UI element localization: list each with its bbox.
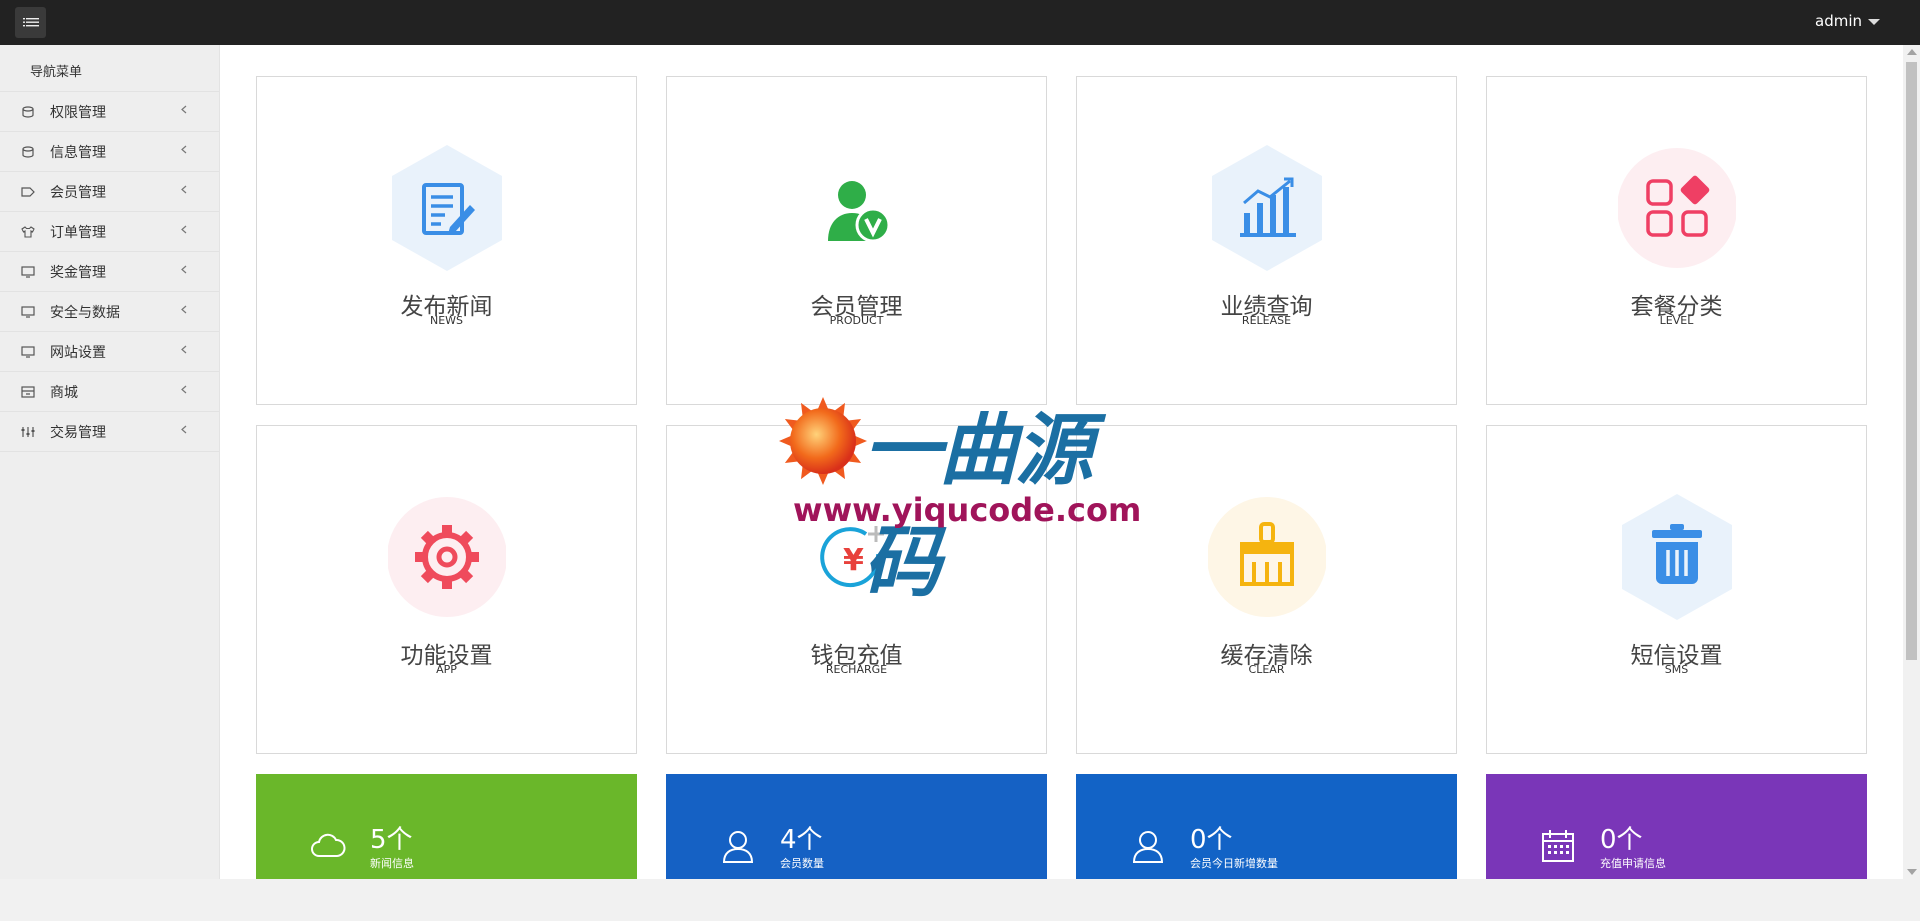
stat-news-count[interactable]: 5个 新闻信息 bbox=[256, 774, 637, 879]
chevron-left-icon bbox=[181, 225, 187, 234]
user-menu[interactable]: admin bbox=[1815, 12, 1880, 30]
news-edit-icon bbox=[388, 145, 506, 271]
card-publish-news[interactable]: 发布新闻 NEWS bbox=[256, 76, 637, 405]
list-icon bbox=[22, 17, 39, 26]
scroll-thumb[interactable] bbox=[1906, 62, 1917, 660]
monitor-icon bbox=[21, 305, 35, 318]
sidebar-item-label: 会员管理 bbox=[50, 184, 106, 201]
sidebar: 导航菜单 权限管理 信息管理 会员管理 订单管理 奖金管理 安全与数据 网站设置… bbox=[0, 45, 220, 879]
card-performance-query[interactable]: 业绩查询 RELEASE bbox=[1076, 76, 1457, 405]
menu-toggle-button[interactable] bbox=[15, 7, 46, 38]
sidebar-item-site-settings[interactable]: 网站设置 bbox=[0, 332, 219, 372]
card-subtitle: RECHARGE bbox=[825, 663, 888, 676]
chevron-left-icon bbox=[181, 345, 187, 354]
stat-label: 会员数量 bbox=[780, 857, 824, 870]
user-icon bbox=[722, 831, 754, 863]
sliders-icon bbox=[21, 426, 35, 438]
top-bar: admin bbox=[0, 0, 1920, 45]
stat-label: 新闻信息 bbox=[370, 857, 414, 870]
bar-chart-icon bbox=[1208, 145, 1326, 271]
tag-icon bbox=[21, 186, 35, 198]
chevron-left-icon bbox=[181, 265, 187, 274]
trash-icon bbox=[1618, 494, 1736, 620]
sidebar-item-label: 商城 bbox=[50, 384, 78, 401]
sidebar-item-info[interactable]: 信息管理 bbox=[0, 132, 219, 172]
sidebar-item-bonus[interactable]: 奖金管理 bbox=[0, 252, 219, 292]
member-verified-icon bbox=[798, 145, 916, 271]
user-icon bbox=[1132, 831, 1164, 863]
chevron-left-icon bbox=[181, 105, 187, 114]
sidebar-item-permissions[interactable]: 权限管理 bbox=[0, 92, 219, 132]
user-name: admin bbox=[1815, 12, 1862, 30]
sidebar-item-label: 信息管理 bbox=[50, 144, 106, 161]
calendar-icon bbox=[1542, 830, 1574, 862]
monitor-icon bbox=[21, 345, 35, 358]
stat-value: 5个 bbox=[370, 825, 413, 855]
stat-new-members-today[interactable]: 0个 会员今日新增数量 bbox=[1076, 774, 1457, 879]
vertical-scrollbar[interactable] bbox=[1903, 45, 1920, 879]
stat-value: 0个 bbox=[1190, 825, 1233, 855]
stat-value: 4个 bbox=[780, 825, 823, 855]
stat-recharge-requests[interactable]: 0个 充值申请信息 bbox=[1486, 774, 1867, 879]
chevron-left-icon bbox=[181, 385, 187, 394]
sun-logo-icon bbox=[779, 397, 867, 485]
sidebar-item-label: 权限管理 bbox=[50, 104, 106, 121]
sidebar-item-orders[interactable]: 订单管理 bbox=[0, 212, 219, 252]
scroll-up-arrow-icon[interactable] bbox=[1907, 49, 1917, 55]
sidebar-item-members[interactable]: 会员管理 bbox=[0, 172, 219, 212]
broom-icon bbox=[1208, 494, 1326, 620]
bottom-strip bbox=[0, 879, 1920, 921]
monitor-icon bbox=[21, 265, 35, 278]
chevron-left-icon bbox=[181, 145, 187, 154]
chevron-left-icon bbox=[181, 425, 187, 434]
sidebar-item-mall[interactable]: 商城 bbox=[0, 372, 219, 412]
chevron-left-icon bbox=[181, 185, 187, 194]
card-subtitle: NEWS bbox=[429, 314, 464, 327]
card-function-settings[interactable]: 功能设置 APP bbox=[256, 425, 637, 754]
card-member-management[interactable]: 会员管理 PRODUCT bbox=[666, 76, 1047, 405]
svg-text:¥: ¥ bbox=[843, 543, 864, 578]
server-icon bbox=[21, 105, 35, 118]
card-subtitle: RELEASE bbox=[1241, 314, 1292, 327]
card-subtitle: SMS bbox=[1664, 663, 1689, 676]
sidebar-item-label: 网站设置 bbox=[50, 344, 106, 361]
card-subtitle: APP bbox=[436, 663, 457, 676]
sidebar-item-label: 奖金管理 bbox=[50, 264, 106, 281]
card-subtitle: PRODUCT bbox=[829, 314, 884, 327]
category-grid-icon bbox=[1618, 145, 1736, 271]
sidebar-item-label: 交易管理 bbox=[50, 424, 106, 441]
stat-label: 充值申请信息 bbox=[1600, 857, 1666, 870]
archive-icon bbox=[21, 385, 35, 398]
chevron-left-icon bbox=[181, 305, 187, 314]
gear-icon bbox=[388, 494, 506, 620]
nav-title: 导航菜单 bbox=[0, 45, 219, 92]
caret-down-icon bbox=[1868, 19, 1880, 25]
card-sms-settings[interactable]: 短信设置 SMS bbox=[1486, 425, 1867, 754]
watermark-logo: 一曲源码 www.yiqucode.com bbox=[777, 385, 1141, 608]
watermark-url: www.yiqucode.com bbox=[793, 491, 1142, 529]
sidebar-item-label: 安全与数据 bbox=[50, 304, 120, 321]
sidebar-item-trading[interactable]: 交易管理 bbox=[0, 412, 219, 452]
card-subtitle: LEVEL bbox=[1659, 314, 1694, 327]
stat-value: 0个 bbox=[1600, 825, 1643, 855]
sidebar-item-label: 订单管理 bbox=[50, 224, 106, 241]
card-package-category[interactable]: 套餐分类 LEVEL bbox=[1486, 76, 1867, 405]
stat-member-count[interactable]: 4个 会员数量 bbox=[666, 774, 1047, 879]
cloud-icon bbox=[311, 833, 346, 857]
sidebar-item-security[interactable]: 安全与数据 bbox=[0, 292, 219, 332]
server-icon bbox=[21, 145, 35, 158]
card-subtitle: CLEAR bbox=[1248, 663, 1285, 676]
stat-label: 会员今日新增数量 bbox=[1190, 857, 1278, 870]
scroll-down-arrow-icon[interactable] bbox=[1907, 869, 1917, 875]
shirt-icon bbox=[21, 225, 35, 238]
